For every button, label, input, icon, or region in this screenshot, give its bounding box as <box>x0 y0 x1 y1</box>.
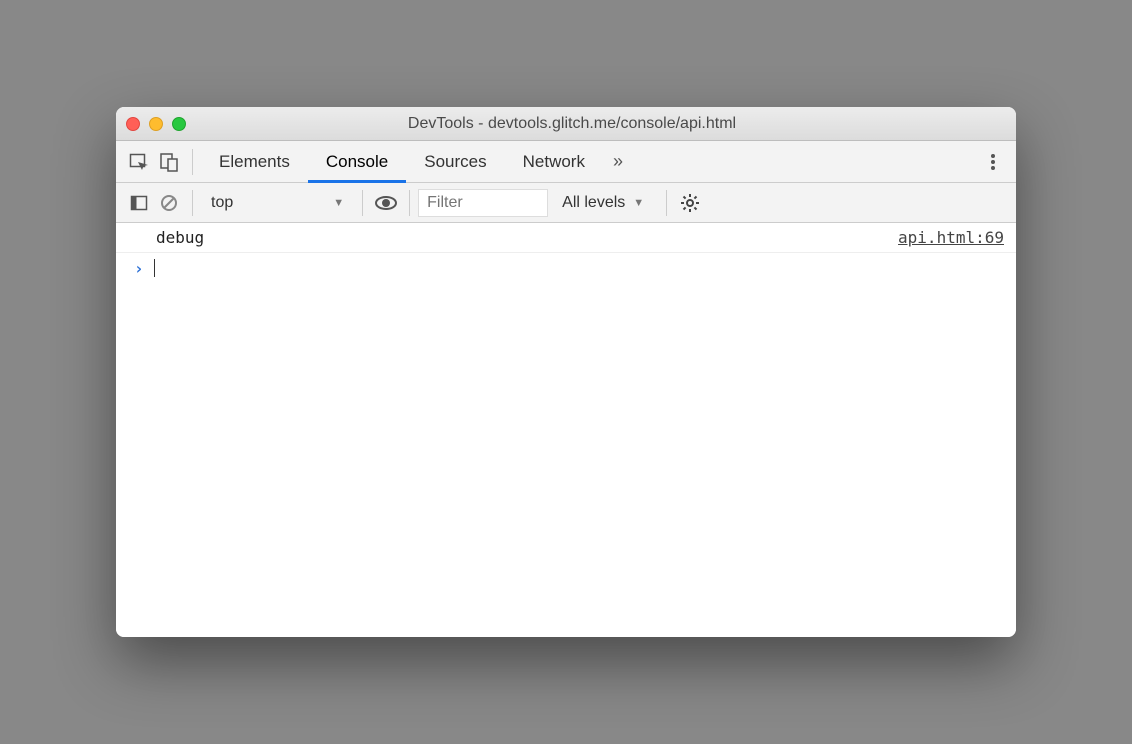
separator <box>666 190 667 216</box>
tab-sources[interactable]: Sources <box>406 141 504 183</box>
menu-icon[interactable] <box>978 147 1008 177</box>
log-levels-selector[interactable]: All levels ▼ <box>548 194 658 212</box>
tab-network[interactable]: Network <box>505 141 603 183</box>
window-title: DevTools - devtools.glitch.me/console/ap… <box>138 115 1006 133</box>
separator <box>192 190 193 216</box>
chevron-down-icon: ▼ <box>633 197 644 209</box>
log-message: debug <box>156 228 898 247</box>
toggle-sidebar-icon[interactable] <box>124 188 154 218</box>
filter-input[interactable] <box>418 189 548 217</box>
device-toolbar-icon[interactable] <box>154 147 184 177</box>
separator <box>409 190 410 216</box>
console-toolbar: top ▼ All levels ▼ <box>116 183 1016 223</box>
live-expression-icon[interactable] <box>371 188 401 218</box>
titlebar: DevTools - devtools.glitch.me/console/ap… <box>116 107 1016 141</box>
tab-elements[interactable]: Elements <box>201 141 308 183</box>
devtools-window: DevTools - devtools.glitch.me/console/ap… <box>116 107 1016 637</box>
tab-console[interactable]: Console <box>308 141 406 183</box>
main-toolbar: Elements Console Sources Network » <box>116 141 1016 183</box>
context-label: top <box>211 194 233 212</box>
more-tabs-icon[interactable]: » <box>603 147 633 177</box>
console-output: debug api.html:69 › <box>116 223 1016 637</box>
chevron-down-icon: ▼ <box>333 197 344 209</box>
input-caret <box>154 259 155 277</box>
settings-icon[interactable] <box>675 188 705 218</box>
inspect-element-icon[interactable] <box>124 147 154 177</box>
console-prompt[interactable]: › <box>116 253 1016 283</box>
clear-console-icon[interactable] <box>154 188 184 218</box>
separator <box>192 149 193 175</box>
log-entry[interactable]: debug api.html:69 <box>116 223 1016 253</box>
log-source-link[interactable]: api.html:69 <box>898 228 1004 247</box>
prompt-chevron-icon: › <box>134 259 144 278</box>
separator <box>362 190 363 216</box>
levels-label: All levels <box>562 194 625 212</box>
context-selector[interactable]: top ▼ <box>201 194 354 212</box>
